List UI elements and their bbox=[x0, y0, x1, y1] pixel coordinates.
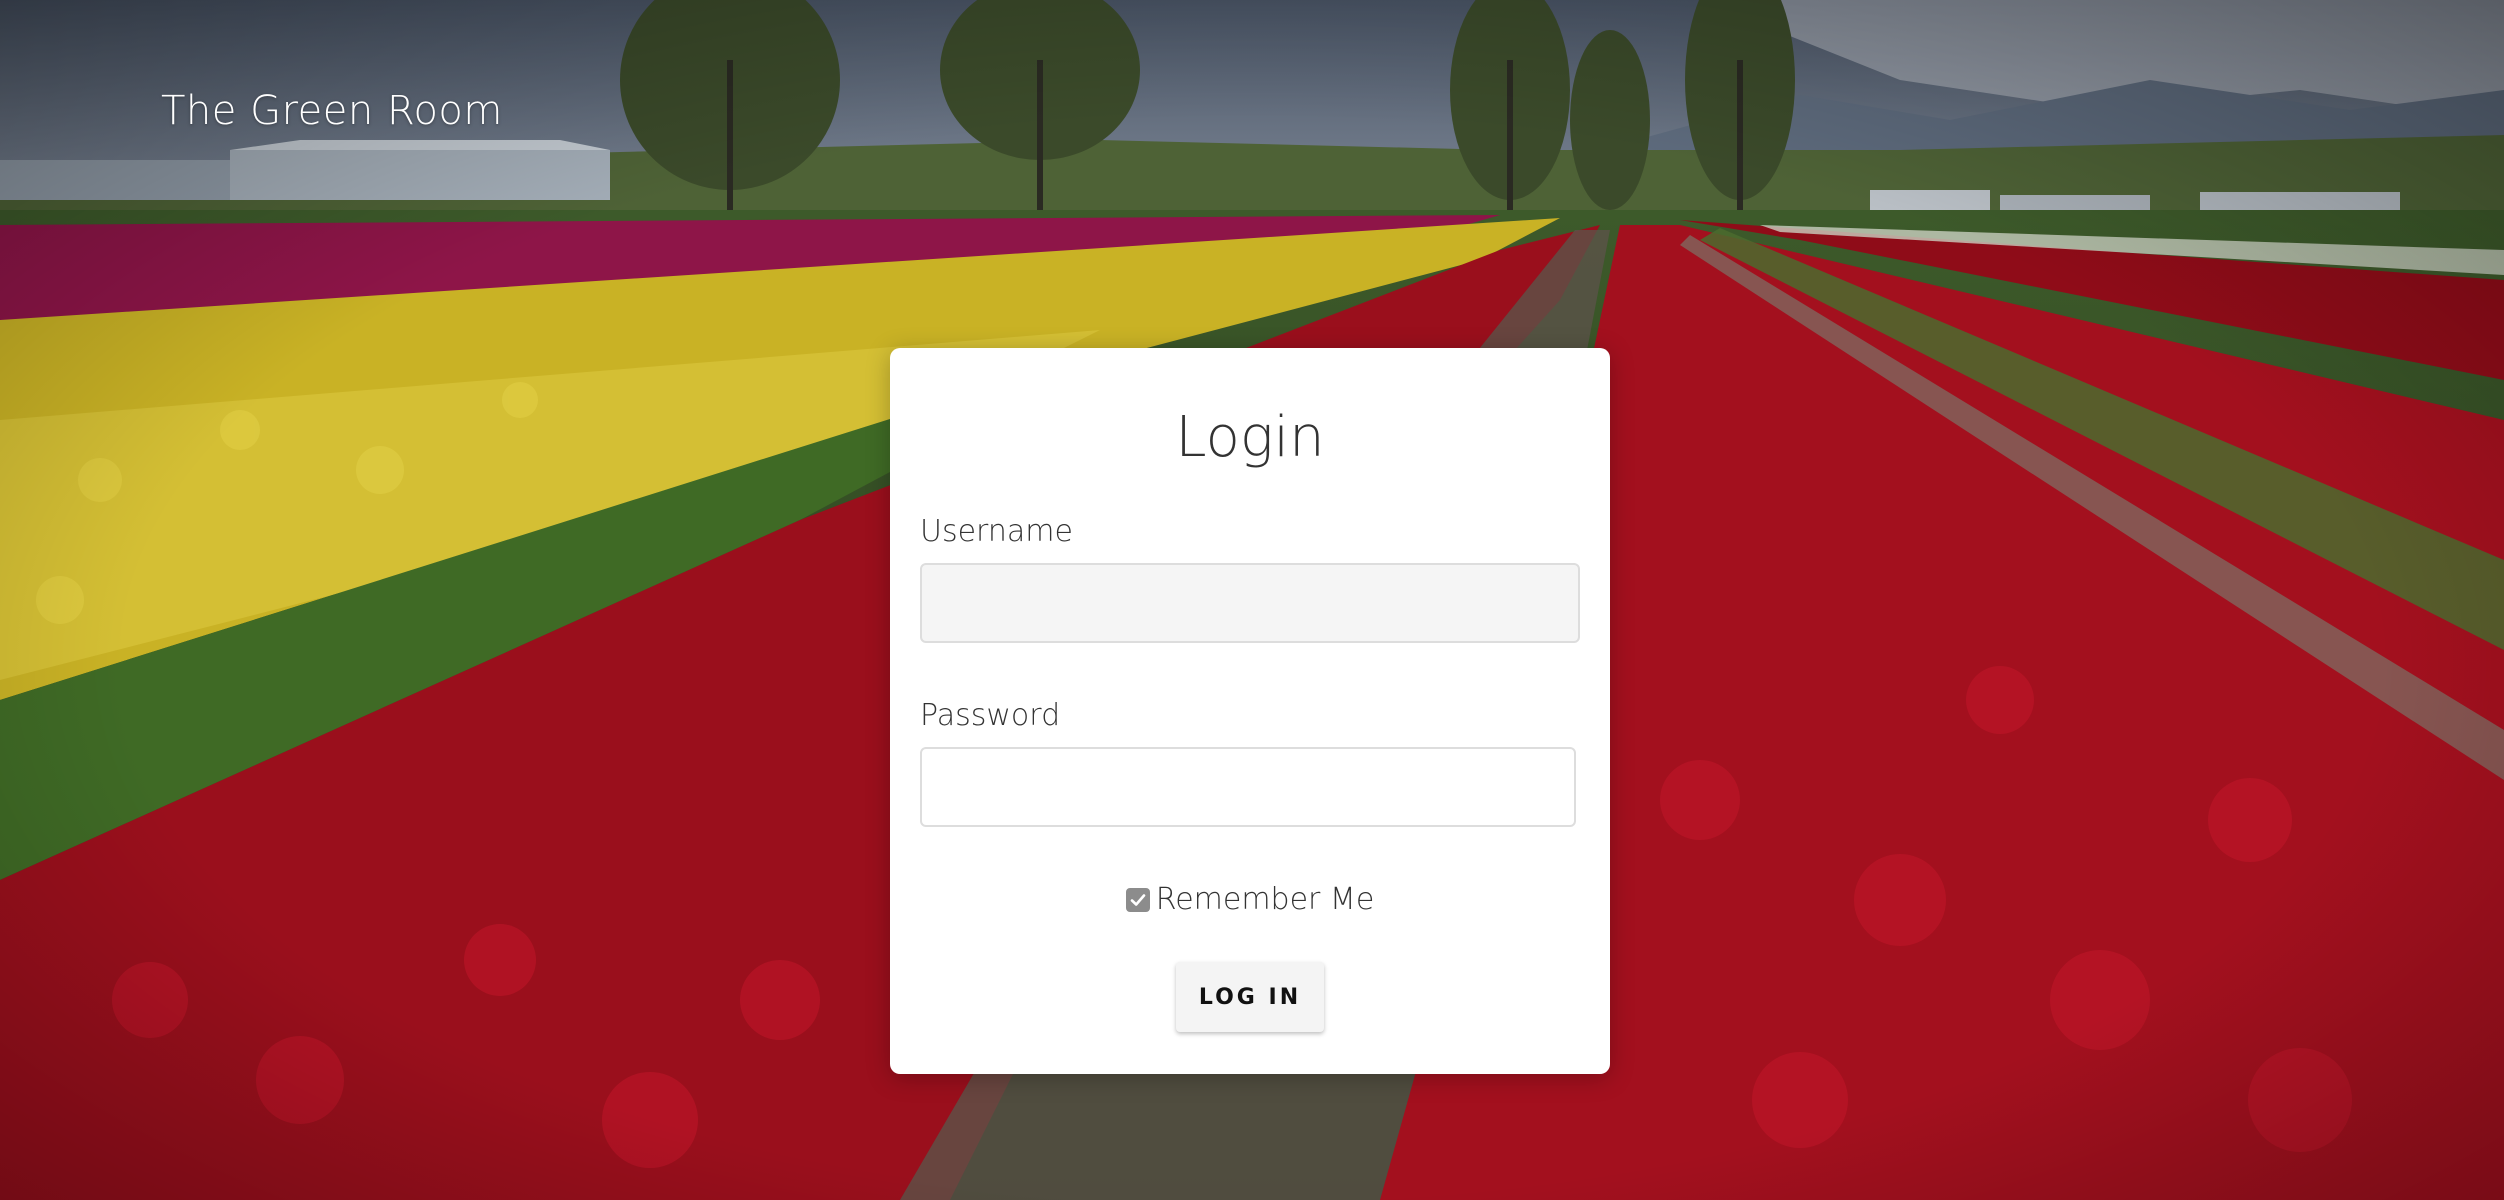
login-card: Login Username Password Remember Me LOG … bbox=[890, 348, 1610, 1074]
site-brand[interactable]: The Green Room bbox=[161, 88, 503, 134]
login-button[interactable]: LOG IN bbox=[1176, 962, 1324, 1032]
remember-me-label[interactable]: Remember Me bbox=[1156, 882, 1375, 917]
check-icon bbox=[1130, 893, 1146, 906]
username-label: Username bbox=[920, 514, 1073, 549]
login-title: Login bbox=[1175, 405, 1325, 470]
username-input[interactable] bbox=[920, 563, 1580, 643]
password-input[interactable] bbox=[920, 747, 1576, 827]
remember-me-checkbox[interactable] bbox=[1125, 887, 1150, 912]
remember-me-row[interactable]: Remember Me bbox=[890, 882, 1610, 917]
password-label: Password bbox=[920, 698, 1061, 733]
